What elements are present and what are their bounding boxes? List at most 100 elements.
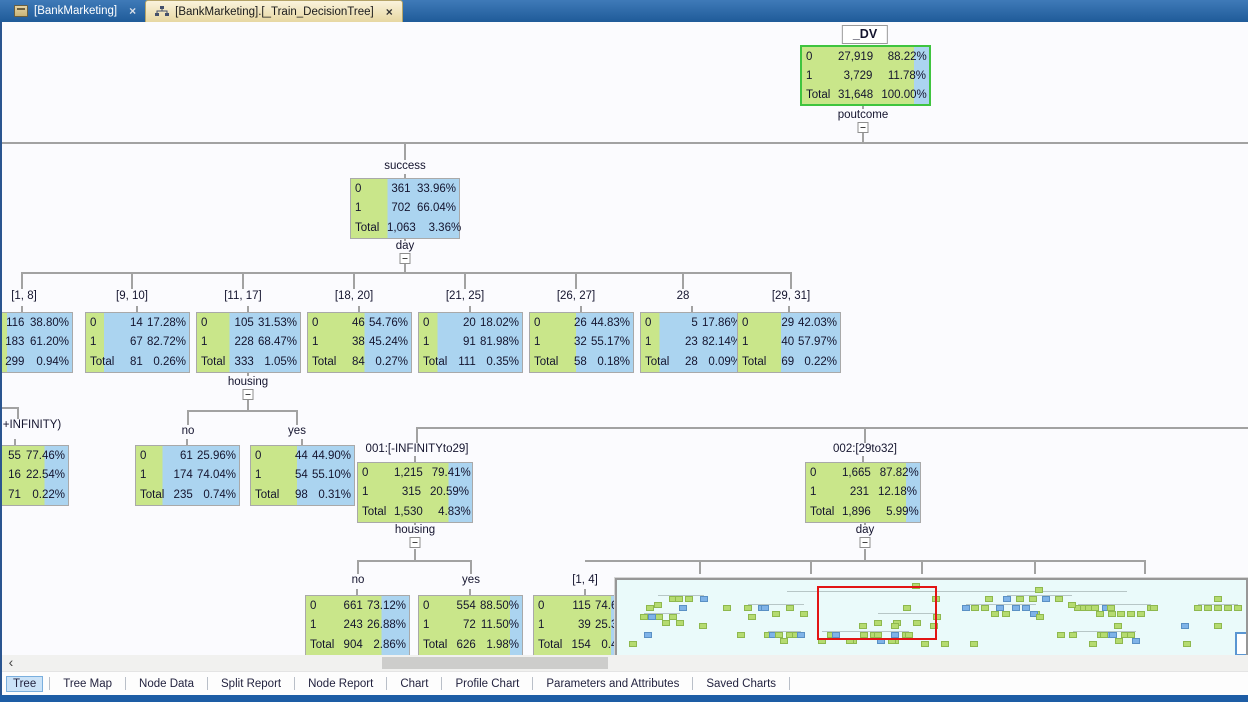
class-label: 0 <box>140 450 172 462</box>
class-label: Total <box>423 639 455 651</box>
count-value: 116 <box>2 317 26 329</box>
count-value: 98 <box>287 489 310 501</box>
count-value: 61 <box>172 450 195 462</box>
percent-value: 38.80% <box>26 317 69 329</box>
tab-divider <box>294 677 295 690</box>
mini-node <box>745 606 751 610</box>
branch-label: [18, 20] <box>335 290 373 303</box>
scrollbar-thumb[interactable] <box>382 657 608 669</box>
horizontal-scrollbar[interactable]: ‹ <box>0 655 1248 671</box>
connector-line <box>242 272 244 289</box>
tree-node[interactable]: 027,91988.22%13,72911.78%Total31,648100.… <box>800 45 931 106</box>
count-value: 333 <box>233 356 256 368</box>
class-label: 0 <box>645 317 677 329</box>
node-row: 124326.88% <box>306 616 409 636</box>
tree-node[interactable]: 01,21579.41%131520.59%Total1,5304.83% <box>357 462 473 523</box>
close-icon[interactable]: × <box>129 4 136 18</box>
node-row: Total6261.98% <box>419 635 522 655</box>
percent-value: 74.04% <box>195 469 236 481</box>
tree-node[interactable]: 0517.86%12382.14%Total280.09% <box>640 312 745 373</box>
mini-node <box>1133 639 1139 643</box>
node-row: 010531.53% <box>197 313 300 333</box>
overview-corner-box[interactable] <box>1235 632 1248 655</box>
node-row: 170266.04% <box>351 199 459 219</box>
mini-node <box>963 606 969 610</box>
class-label: 0 <box>423 600 455 612</box>
class-label: 1 <box>810 486 842 498</box>
tab-divider <box>789 677 790 690</box>
tree-node[interactable]: 011638.80%118361.20%Total2990.94% <box>0 312 73 373</box>
split-label: housing <box>228 376 268 389</box>
node-row: Total580.18% <box>530 352 633 372</box>
connector-line <box>864 549 866 560</box>
tree-node[interactable]: 066173.12%124326.88%Total9042.86% <box>305 595 410 655</box>
class-label: 1 <box>645 336 677 348</box>
tree-node[interactable]: 04444.90%15455.10%Total980.31% <box>250 445 355 506</box>
class-label: Total <box>255 489 287 501</box>
mini-node <box>677 621 683 625</box>
tree-node[interactable]: 036133.96%170266.04%Total1,0633.36% <box>350 178 460 239</box>
view-tab-parameters-and-attributes[interactable]: Parameters and Attributes <box>539 676 686 692</box>
collapse-toggle-icon[interactable] <box>400 253 411 264</box>
tree-node[interactable]: 010531.53%122868.47%Total3331.05% <box>196 312 301 373</box>
tree-node[interactable]: 01,66587.82%123112.18%Total1,8965.99% <box>805 462 921 523</box>
mini-node <box>1215 606 1221 610</box>
percent-value: 55.10% <box>310 469 351 481</box>
mini-connector <box>966 604 1034 605</box>
tree-node[interactable]: 06125.96%117474.04%Total2350.74% <box>135 445 240 506</box>
count-value: 29 <box>774 317 796 329</box>
class-label: Total <box>355 222 387 234</box>
count-value: 81 <box>122 356 145 368</box>
view-tab-profile-chart[interactable]: Profile Chart <box>448 676 526 692</box>
view-tab-saved-charts[interactable]: Saved Charts <box>699 676 783 692</box>
class-label: 1 <box>201 336 233 348</box>
connector-line <box>357 560 359 574</box>
collapse-toggle-icon[interactable] <box>410 537 421 548</box>
percent-value: 2.86% <box>365 639 406 651</box>
percent-value: 25.96% <box>195 450 236 462</box>
view-tab-tree-map[interactable]: Tree Map <box>56 676 119 692</box>
view-tab-tree[interactable]: Tree <box>6 676 43 692</box>
collapse-toggle-icon[interactable] <box>858 122 869 133</box>
connector-line <box>790 272 792 289</box>
tree-node[interactable]: 02942.03%14057.97%Total690.22% <box>737 312 841 373</box>
mini-connector <box>768 631 802 632</box>
count-value: 54 <box>287 469 310 481</box>
connector-line <box>187 410 189 425</box>
tab-divider <box>125 677 126 690</box>
overview-panel[interactable] <box>615 578 1248 655</box>
collapse-toggle-icon[interactable] <box>243 389 254 400</box>
node-row: Total690.22% <box>738 352 840 372</box>
tree-node[interactable]: 04654.76%13845.24%Total840.27% <box>307 312 412 373</box>
class-label: 0 <box>310 600 342 612</box>
collapse-toggle-icon[interactable] <box>860 537 871 548</box>
tree-node[interactable]: 05577.46%11622.54%Total710.22% <box>0 445 69 506</box>
branch-label: [26, 27] <box>557 290 595 303</box>
mini-node <box>1097 612 1103 616</box>
scroll-left-arrow-icon[interactable]: ‹ <box>4 655 18 671</box>
window-bottom-border <box>0 695 1248 702</box>
mini-node <box>1225 606 1231 610</box>
tab-train-decisiontree[interactable]: [BankMarketing].[_Train_DecisionTree] × <box>145 0 403 22</box>
mini-node <box>1195 606 1201 610</box>
view-tab-split-report[interactable]: Split Report <box>214 676 288 692</box>
close-icon[interactable]: × <box>386 5 393 19</box>
tree-node[interactable]: 01417.28%16782.72%Total810.26% <box>85 312 190 373</box>
view-tab-chart[interactable]: Chart <box>393 676 435 692</box>
percent-value: 88.22% <box>875 51 927 63</box>
percent-value: 68.47% <box>256 336 297 348</box>
count-value: 69 <box>774 356 796 368</box>
view-tab-node-data[interactable]: Node Data <box>132 676 201 692</box>
tab-bankmarketing[interactable]: [BankMarketing] × <box>5 0 145 22</box>
view-tab-node-report[interactable]: Node Report <box>301 676 380 692</box>
branch-label: [9, 10] <box>116 290 148 303</box>
decision-tree-canvas[interactable]: poutcomedayhousinghousingday_DV027,91988… <box>0 22 1248 655</box>
class-label: Total <box>538 639 570 651</box>
tree-node[interactable]: 02018.02%19181.98%Total1110.35% <box>418 312 523 373</box>
count-value: 40 <box>774 336 796 348</box>
count-value: 32 <box>566 336 589 348</box>
node-row: 066173.12% <box>306 596 409 616</box>
viewport-indicator[interactable] <box>817 586 937 640</box>
tree-node[interactable]: 02644.83%13255.17%Total580.18% <box>529 312 634 373</box>
tree-node[interactable]: 055488.50%17211.50%Total6261.98% <box>418 595 523 655</box>
